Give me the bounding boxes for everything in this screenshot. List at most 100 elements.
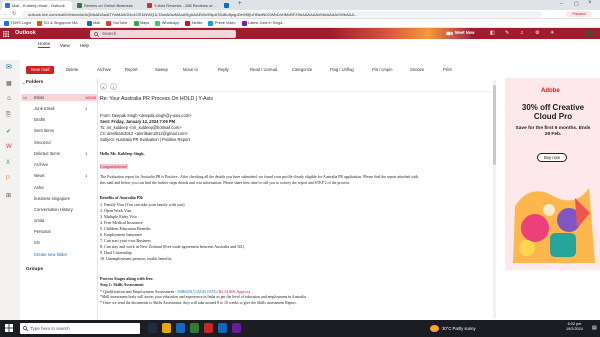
bookmark-icon	[241, 20, 247, 26]
bookmark-item[interactable]: Prime Video	[208, 20, 236, 26]
folder-conversation-history[interactable]: Conversation History	[34, 207, 73, 212]
bookmark-label: Maps	[140, 21, 150, 25]
tab-yaxis-reviews[interactable]: Y-Axis Reviews - 258 Reviews of ...	[144, 1, 219, 10]
teams-taskbar-icon[interactable]	[232, 323, 241, 333]
folder-drafts[interactable]: Drafts	[34, 117, 45, 122]
folder-snoozed[interactable]: Snoozed	[34, 140, 51, 145]
flag-button[interactable]: Flag / Unflag	[330, 67, 354, 72]
folder-omita[interactable]: omita	[34, 218, 44, 223]
app-icon[interactable]	[204, 323, 213, 333]
close-window-icon[interactable]: ×	[588, 0, 592, 6]
report-button[interactable]: Report	[125, 67, 138, 72]
reply-button[interactable]: Reply	[218, 67, 229, 72]
powerpoint-icon[interactable]: P	[6, 176, 13, 183]
minimize-icon[interactable]: –	[560, 1, 563, 7]
ad-buy-now-button[interactable]: Buy now	[537, 153, 567, 162]
advertisement[interactable]: Adobe 30% off Creative Cloud Pro Save fo…	[505, 78, 600, 270]
weather-text[interactable]: 30°C Partly sunny	[442, 326, 476, 331]
categorize-button[interactable]: Categorize	[292, 67, 312, 72]
bookmarks-bar: TDHS Login SG & Singapore Ma... Mail You…	[0, 19, 600, 28]
profile-paused-badge[interactable]: Paused	[566, 11, 592, 17]
calendar-icon[interactable]: ▦	[6, 80, 13, 87]
print-button[interactable]: Print	[443, 67, 452, 72]
new-tab-button[interactable]: +	[238, 1, 242, 7]
tab-pinned[interactable]	[221, 1, 233, 10]
avatar[interactable]	[585, 29, 594, 38]
app-launcher-icon[interactable]	[3, 31, 9, 37]
folder-sg[interactable]: SG	[34, 240, 40, 245]
word-icon[interactable]: W	[6, 144, 13, 151]
folder-deleted[interactable]: Deleted Items	[34, 151, 60, 156]
folder-news[interactable]: News	[34, 173, 44, 178]
bell-icon[interactable]: ♫	[520, 30, 524, 36]
windows-start-icon[interactable]	[5, 324, 13, 332]
bookmark-item[interactable]: Netflix	[185, 20, 202, 26]
bookmark-item[interactable]: YouTube	[106, 20, 128, 26]
folder-archive[interactable]: Archive	[34, 162, 48, 167]
tab-label: Y-Axis Reviews - 258 Reviews of ...	[154, 3, 217, 8]
snooze-button[interactable]: Snooze	[410, 67, 424, 72]
folder-business-singapore[interactable]: business singapore	[34, 196, 70, 201]
header-subject: Subject: Australia PR Evaluation | Posit…	[100, 137, 190, 142]
sweep-button[interactable]: Sweep	[155, 67, 168, 72]
outlook-brand[interactable]: Outlook	[15, 30, 36, 36]
lightbulb-icon[interactable]: ☀	[550, 30, 554, 36]
weather-icon[interactable]	[430, 325, 439, 332]
teams-icon[interactable]: ◧	[490, 30, 495, 36]
pin-button[interactable]: Pin / Unpin	[372, 67, 392, 72]
taskbar-search[interactable]: Type here to search	[20, 323, 140, 334]
excel-icon[interactable]: X	[6, 160, 13, 167]
bookmark-item[interactable]: Latest Jobs in Singa...	[241, 20, 285, 26]
people-icon[interactable]: ☺	[6, 96, 13, 103]
fee-prefix: * Qualification and Employment Assessmen…	[100, 289, 178, 294]
read-unread-button[interactable]: Read / Unread	[250, 67, 277, 72]
create-new-folder-link[interactable]: Create new folder	[34, 252, 67, 257]
bookmark-item[interactable]: SG & Singapore Ma...	[37, 20, 81, 26]
move-to-button[interactable]: Move to	[183, 67, 198, 72]
new-mail-button[interactable]: New mail	[26, 66, 54, 74]
gear-icon[interactable]: ⚙	[535, 30, 539, 36]
folder-inbox[interactable]: Inbox	[34, 95, 44, 100]
groups-header[interactable]: Groups	[26, 267, 43, 272]
notes-icon[interactable]: ✎	[505, 30, 509, 36]
bookmark-item[interactable]: Mail	[86, 20, 100, 26]
folders-header[interactable]: Folders	[26, 80, 43, 85]
collapse-chevron-icon[interactable]: ⌄	[22, 80, 25, 85]
tab-review[interactable]: Review on Online Business	[74, 1, 142, 10]
folder-personal[interactable]: Personal	[34, 229, 51, 234]
folder-asha[interactable]: Asha	[34, 185, 44, 190]
menu-view[interactable]: View	[60, 43, 70, 48]
archive-button[interactable]: Archive	[97, 67, 111, 72]
folder-sent[interactable]: Sent Items	[34, 128, 54, 133]
scrollbar-thumb[interactable]	[493, 85, 496, 165]
bookmark-item[interactable]: Maps	[133, 20, 150, 26]
chrome-icon[interactable]	[190, 323, 199, 333]
apps-icon[interactable]: ⊞	[6, 192, 13, 199]
back-arrow-icon[interactable]: ‹	[110, 83, 117, 90]
edge-icon[interactable]	[176, 323, 185, 333]
divider	[98, 91, 491, 92]
attachment-icon[interactable]: ⎘	[6, 112, 13, 119]
file-explorer-icon[interactable]	[162, 323, 171, 333]
menu-home[interactable]: Home	[38, 41, 51, 48]
word-taskbar-icon[interactable]	[218, 323, 227, 333]
task-view-icon[interactable]	[148, 323, 157, 333]
clock[interactable]: 6:02 pm 19/2/2024	[566, 322, 583, 332]
menu-help[interactable]: Help	[80, 43, 89, 48]
pinned-favicon-icon	[224, 3, 229, 8]
tab-outlook[interactable]: Mail - Kuldeep bhati - Outlook	[2, 1, 72, 10]
bookmark-item[interactable]: TDHS Login	[4, 20, 31, 26]
delete-button[interactable]: Delete	[66, 67, 78, 72]
notifications-icon[interactable]: ▤	[592, 325, 597, 331]
maximize-icon[interactable]: ▢	[574, 1, 579, 7]
address-bar[interactable]: outlook.live.com/mail/0/inbox/id/AQMkADA…	[22, 11, 542, 18]
todo-icon[interactable]: ✔	[6, 128, 13, 135]
bookmark-item[interactable]: WhatsApp	[155, 20, 179, 26]
folder-junk[interactable]: Junk Email	[34, 106, 54, 111]
search-input[interactable]: Search	[90, 30, 236, 38]
meet-now-button[interactable]: Meet Now	[455, 30, 475, 35]
back-icon[interactable]: ←	[3, 11, 8, 17]
reload-icon[interactable]: ↻	[12, 11, 16, 17]
mail-icon[interactable]: ✉	[6, 63, 13, 71]
close-icon[interactable]: ×	[100, 83, 107, 90]
